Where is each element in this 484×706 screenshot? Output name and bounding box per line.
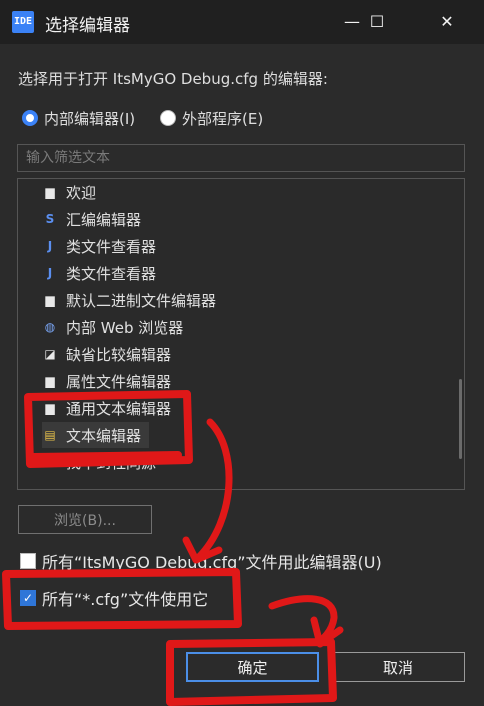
compare-icon: ◪ — [44, 347, 56, 361]
list-item-label: 文本编辑器 — [66, 426, 142, 445]
dialog-title: 选择编辑器 — [45, 16, 130, 36]
select-editor-dialog: IDE 选择编辑器 — ☐ ✕ 选择用于打开 ItsMyGO Debug.cfg… — [0, 0, 484, 706]
list-item-label: 缺省比较编辑器 — [66, 345, 172, 364]
list-item[interactable]: S 汇编编辑器 — [42, 206, 141, 232]
list-item[interactable]: ◍ 内部 Web 浏览器 — [42, 314, 184, 340]
bar-icon: ▬ — [44, 455, 56, 469]
external-program-label: 外部程序(E) — [182, 109, 264, 128]
list-item[interactable]: ▆ 通用文本编辑器 — [42, 395, 171, 421]
list-item-label: 类文件查看器 — [66, 264, 157, 283]
j-icon: J — [47, 266, 53, 280]
editor-list[interactable]: ▆ 欢迎 S 汇编编辑器 J 类文件查看器 J 类文件查看器 ▆ 默认二进制文件… — [17, 178, 465, 490]
list-item[interactable]: ▆ 欢迎 — [42, 179, 96, 205]
list-item-label: 欢迎 — [66, 183, 97, 202]
dialog-prompt: 选择用于打开 ItsMyGO Debug.cfg 的编辑器: — [18, 70, 328, 88]
doc-icon: ▆ — [45, 374, 55, 388]
internal-editor-label: 内部编辑器(I) — [44, 109, 136, 128]
binary-doc-icon: ▆ — [45, 293, 55, 307]
text-doc-icon: ▤ — [44, 428, 56, 442]
ide-app-icon: IDE — [12, 11, 34, 33]
doc-icon: ▆ — [45, 401, 55, 415]
list-item-label: 类文件查看器 — [66, 237, 157, 256]
list-scrollbar[interactable] — [459, 379, 462, 459]
list-item-selected[interactable]: ▤ 文本编辑器 — [42, 422, 150, 448]
filter-input[interactable] — [17, 144, 465, 172]
use-for-this-file-label: 所有“ItsMyGO Debug.cfg”文件用此编辑器(U) — [42, 553, 382, 572]
list-item-label: 汇编编辑器 — [66, 210, 142, 229]
ok-button[interactable]: 确定 — [186, 652, 319, 682]
maximize-button[interactable]: ☐ — [350, 0, 404, 44]
list-item-label: 内部 Web 浏览器 — [66, 318, 184, 337]
radio-unselected-icon — [160, 110, 176, 126]
browse-button[interactable]: 浏览(B)... — [18, 505, 152, 534]
list-item-label: 通用文本编辑器 — [66, 399, 172, 418]
external-program-radio[interactable]: 外部程序(E) — [160, 108, 263, 128]
list-item[interactable]: ▆ 默认二进制文件编辑器 — [42, 287, 216, 313]
close-button[interactable]: ✕ — [420, 0, 474, 44]
title-bar: IDE 选择编辑器 — ☐ ✕ — [0, 0, 484, 44]
list-item-label: 默认二进制文件编辑器 — [66, 291, 217, 310]
list-item[interactable]: ▆ 属性文件编辑器 — [42, 368, 171, 394]
doc-icon: ▆ — [45, 185, 55, 199]
list-item[interactable]: ▬ 找不到社同源 — [42, 449, 156, 475]
use-for-extension-checkbox[interactable]: ✓ 所有“*.cfg”文件使用它 — [20, 587, 208, 609]
list-item[interactable]: ◪ 缺省比较编辑器 — [42, 341, 171, 367]
cancel-button[interactable]: 取消 — [331, 652, 465, 682]
j-icon: J — [47, 239, 53, 253]
use-for-extension-label: 所有“*.cfg”文件使用它 — [42, 590, 209, 609]
arrow-head-right — [310, 616, 344, 648]
list-item-label: 属性文件编辑器 — [66, 372, 172, 391]
globe-icon: ◍ — [44, 320, 56, 334]
arrow-curve-right — [268, 595, 338, 646]
s-icon: S — [45, 212, 55, 226]
list-item-label: 找不到社同源 — [66, 453, 157, 472]
checkbox-unchecked-icon — [20, 553, 36, 569]
radio-selected-icon — [22, 110, 38, 126]
internal-editor-radio[interactable]: 内部编辑器(I) — [22, 108, 135, 128]
list-item[interactable]: J 类文件查看器 — [42, 260, 156, 286]
use-for-this-file-checkbox[interactable]: 所有“ItsMyGO Debug.cfg”文件用此编辑器(U) — [20, 550, 382, 572]
list-item[interactable]: J 类文件查看器 — [42, 233, 156, 259]
checkmark-icon: ✓ — [20, 590, 36, 606]
